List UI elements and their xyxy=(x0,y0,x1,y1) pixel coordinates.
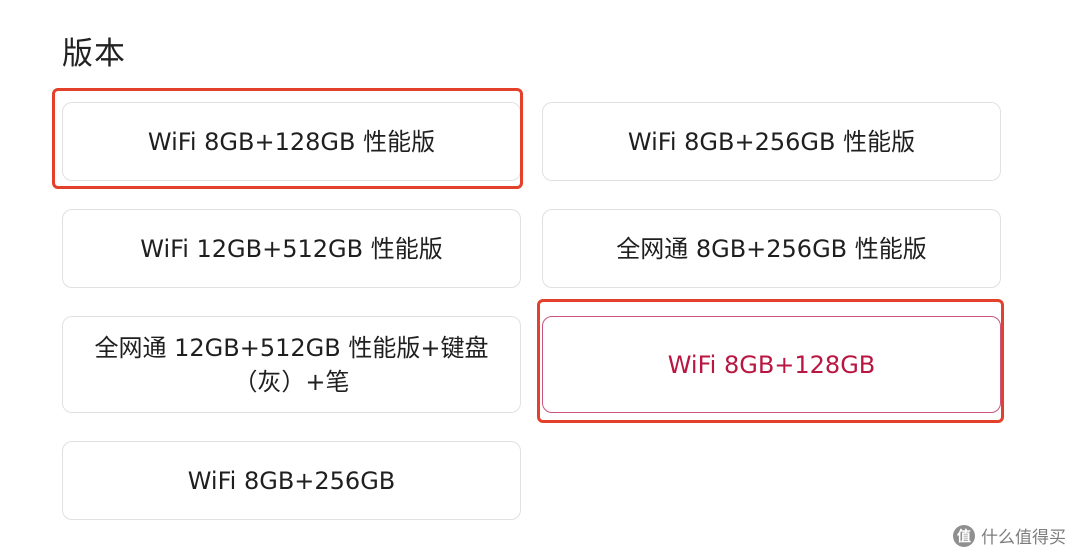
option-wifi-8-256[interactable]: WiFi 8GB+256GB xyxy=(62,441,521,520)
watermark: 值 什么值得买 xyxy=(953,523,1066,548)
option-wifi-8-128-performance[interactable]: WiFi 8GB+128GB 性能版 xyxy=(62,102,521,181)
option-wifi-8-128[interactable]: WiFi 8GB+128GB xyxy=(542,316,1001,413)
option-wifi-8-256-performance[interactable]: WiFi 8GB+256GB 性能版 xyxy=(542,102,1001,181)
option-cellular-8-256-performance[interactable]: 全网通 8GB+256GB 性能版 xyxy=(542,209,1001,288)
watermark-text: 什么值得买 xyxy=(981,528,1066,548)
option-cellular-12-512-bundle[interactable]: 全网通 12GB+512GB 性能版+键盘（灰）+笔 xyxy=(62,316,521,413)
watermark-logo-icon: 值 xyxy=(953,524,975,547)
option-wifi-12-512-performance[interactable]: WiFi 12GB+512GB 性能版 xyxy=(62,209,521,288)
section-title: 版本 xyxy=(62,36,126,72)
